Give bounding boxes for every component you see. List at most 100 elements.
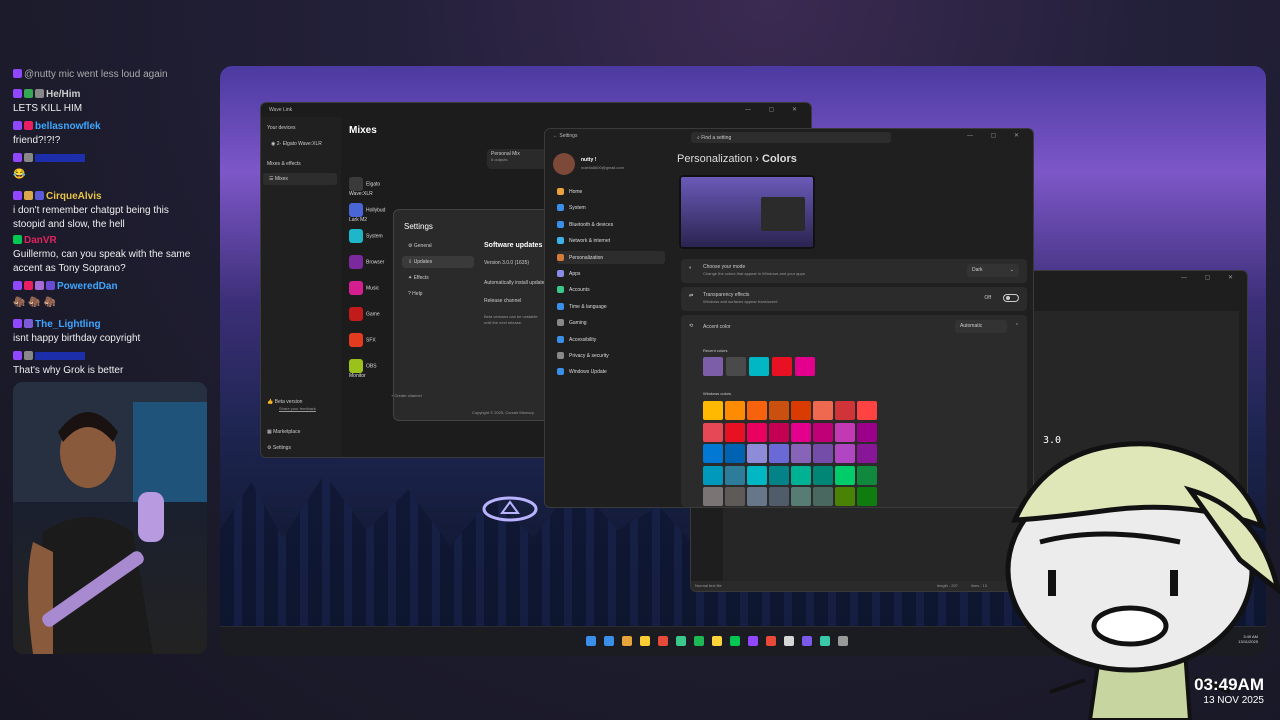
color-swatch[interactable] bbox=[703, 487, 723, 506]
color-swatch[interactable] bbox=[835, 422, 855, 442]
device-item[interactable]: ◉ 2- Elgato Wave:XLR bbox=[271, 141, 322, 147]
settings-nav-item[interactable]: System bbox=[557, 201, 665, 214]
color-swatch[interactable] bbox=[769, 465, 789, 485]
taskbar-app-icon[interactable] bbox=[730, 636, 740, 646]
channel-item[interactable]: Game bbox=[349, 307, 393, 321]
taskbar-app-icon[interactable] bbox=[838, 636, 848, 646]
taskbar-app-icon[interactable] bbox=[658, 636, 668, 646]
settings-item[interactable]: ⚙ Settings bbox=[267, 445, 291, 451]
chat-username[interactable]: CirqueAlvis bbox=[46, 191, 102, 202]
chat-username[interactable]: He/Him bbox=[46, 89, 80, 100]
marketplace-item[interactable]: ▦ Marketplace bbox=[267, 429, 300, 435]
color-swatch[interactable] bbox=[813, 465, 833, 485]
color-swatch[interactable] bbox=[726, 357, 746, 376]
color-swatch[interactable] bbox=[747, 422, 767, 442]
color-swatch[interactable] bbox=[791, 422, 811, 442]
taskbar-app-icon[interactable] bbox=[676, 636, 686, 646]
color-swatch[interactable] bbox=[703, 401, 723, 420]
taskbar-app-icon[interactable] bbox=[694, 636, 704, 646]
channel-item[interactable]: OBS Monitor bbox=[349, 359, 393, 379]
channel-item[interactable]: Browser bbox=[349, 255, 393, 269]
accent-dropdown[interactable]: Automatic bbox=[955, 320, 1007, 333]
feedback-link[interactable]: Share your feedback bbox=[279, 406, 316, 411]
color-swatch[interactable] bbox=[835, 401, 855, 420]
wavelink-titlebar[interactable]: Wave Link — ▢ ✕ bbox=[261, 103, 811, 117]
color-swatch[interactable] bbox=[747, 465, 767, 485]
dialog-nav-general[interactable]: ⚙ General bbox=[402, 240, 474, 252]
window-controls[interactable]: — ▢ ✕ bbox=[745, 106, 805, 113]
mode-card[interactable]: ◐ Choose your mode Change the colors tha… bbox=[681, 259, 1027, 283]
color-swatch[interactable] bbox=[749, 357, 769, 376]
chevron-up-icon[interactable]: ⌃ bbox=[1015, 323, 1019, 329]
taskbar-app-icon[interactable] bbox=[604, 636, 614, 646]
color-swatch[interactable] bbox=[857, 401, 877, 420]
channel-item[interactable]: Music bbox=[349, 281, 393, 295]
chat-username[interactable] bbox=[35, 154, 85, 162]
windows-settings-window[interactable]: ← Settings — ▢ ✕ ⌕ Find a setting nutty !… bbox=[544, 128, 1034, 508]
settings-nav-item[interactable]: Home bbox=[557, 185, 665, 198]
taskbar-app-icon[interactable] bbox=[784, 636, 794, 646]
channel-item[interactable]: Hollybud Lark M2 bbox=[349, 203, 393, 223]
chat-username[interactable] bbox=[35, 352, 85, 360]
settings-nav-item[interactable]: Windows Update bbox=[557, 365, 665, 378]
avatar[interactable] bbox=[553, 153, 575, 175]
chat-username[interactable]: The_Lightling bbox=[35, 319, 101, 330]
color-swatch[interactable] bbox=[769, 422, 789, 442]
settings-nav-item[interactable]: Personalization bbox=[557, 250, 665, 264]
color-swatch[interactable] bbox=[769, 401, 789, 420]
color-swatch[interactable] bbox=[769, 444, 789, 463]
taskbar-app-icon[interactable] bbox=[712, 636, 722, 646]
settings-nav-item[interactable]: Network & internet bbox=[557, 234, 665, 247]
color-swatch[interactable] bbox=[857, 465, 877, 485]
breadcrumb-parent[interactable]: Personalization bbox=[677, 153, 752, 165]
dialog-nav-help[interactable]: ? Help bbox=[402, 288, 474, 300]
color-swatch[interactable] bbox=[813, 422, 833, 442]
taskbar-app-icon[interactable] bbox=[802, 636, 812, 646]
color-swatch[interactable] bbox=[813, 444, 833, 463]
settings-nav-item[interactable]: Privacy & security bbox=[557, 349, 665, 362]
settings-nav-item[interactable]: Apps bbox=[557, 267, 665, 280]
color-swatch[interactable] bbox=[703, 444, 723, 463]
auto-update-toggle[interactable]: Automatically install updates bbox=[484, 280, 547, 286]
transparency-toggle[interactable] bbox=[1003, 294, 1019, 302]
color-swatch[interactable] bbox=[835, 444, 855, 463]
color-swatch[interactable] bbox=[725, 465, 745, 485]
color-swatch[interactable] bbox=[791, 487, 811, 506]
settings-nav-item[interactable]: Bluetooth & devices bbox=[557, 218, 665, 231]
settings-nav-item[interactable]: Accounts bbox=[557, 283, 665, 296]
color-swatch[interactable] bbox=[703, 422, 723, 442]
color-swatch[interactable] bbox=[857, 444, 877, 463]
color-swatch[interactable] bbox=[791, 444, 811, 463]
color-swatch[interactable] bbox=[703, 357, 723, 376]
taskbar-app-icon[interactable] bbox=[640, 636, 650, 646]
color-swatch[interactable] bbox=[772, 357, 792, 376]
color-swatch[interactable] bbox=[769, 487, 789, 506]
color-swatch[interactable] bbox=[725, 487, 745, 506]
color-swatch[interactable] bbox=[725, 401, 745, 420]
color-swatch[interactable] bbox=[795, 357, 815, 376]
chat-username[interactable]: PoweredDan bbox=[57, 281, 118, 292]
personal-mix-tab[interactable]: Personal Mix 6 outputs bbox=[487, 149, 547, 169]
release-channel[interactable]: Release channel bbox=[484, 298, 521, 304]
dialog-nav-effects[interactable]: ✦ Effects bbox=[402, 272, 474, 284]
mode-dropdown[interactable]: Dark ⌄ bbox=[967, 264, 1019, 277]
color-swatch[interactable] bbox=[747, 487, 767, 506]
color-swatch[interactable] bbox=[813, 487, 833, 506]
channel-item[interactable]: System bbox=[349, 229, 393, 243]
color-swatch[interactable] bbox=[813, 401, 833, 420]
start-button[interactable] bbox=[586, 636, 596, 646]
color-swatch[interactable] bbox=[747, 444, 767, 463]
sidebar-item-mixes[interactable]: ☰ Mixes bbox=[263, 173, 337, 185]
window-controls[interactable]: — ▢ ✕ bbox=[967, 132, 1027, 139]
color-swatch[interactable] bbox=[703, 465, 723, 485]
color-swatch[interactable] bbox=[725, 422, 745, 442]
color-swatch[interactable] bbox=[835, 487, 855, 506]
chat-username[interactable]: DanVR bbox=[24, 235, 57, 246]
taskbar-app-icon[interactable] bbox=[622, 636, 632, 646]
color-swatch[interactable] bbox=[747, 401, 767, 420]
color-swatch[interactable] bbox=[857, 422, 877, 442]
color-swatch[interactable] bbox=[725, 444, 745, 463]
channel-item[interactable]: SFX bbox=[349, 333, 393, 347]
settings-nav-item[interactable]: Accessibility bbox=[557, 333, 665, 346]
search-input[interactable]: ⌕ Find a setting bbox=[691, 132, 891, 143]
